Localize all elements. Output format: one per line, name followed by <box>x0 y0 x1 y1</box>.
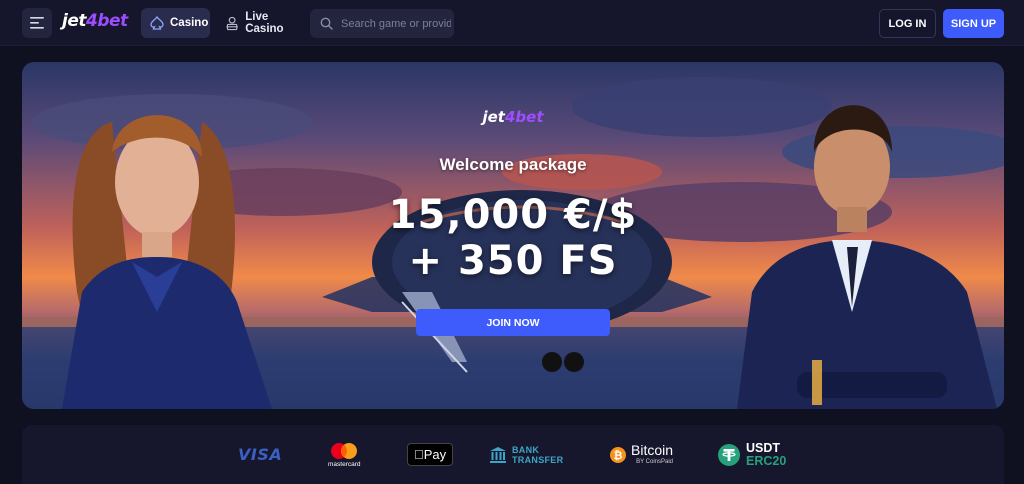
bank-building-icon <box>490 447 506 463</box>
bitcoin-icon: ₿ <box>610 446 626 463</box>
banner-logo-part1: jet <box>482 108 505 126</box>
nav-tab-live-casino[interactable]: Live Casino <box>222 8 306 38</box>
nav-tab-casino-label: Casino <box>170 17 209 29</box>
erc20-label: ERC20 <box>746 453 787 468</box>
search-icon <box>320 17 333 30</box>
mastercard-icon <box>331 442 358 459</box>
search-input[interactable] <box>341 17 451 30</box>
bank-label-line1: BANK <box>512 444 540 455</box>
banner-logo-part2: 4bet <box>504 108 544 126</box>
signup-button[interactable]: SIGN UP <box>943 9 1004 38</box>
bitcoin-label: Bitcoin <box>631 442 674 458</box>
usdt-label: USDT <box>746 440 781 455</box>
nav-tab-live-casino-label: Live Casino <box>245 11 284 35</box>
promo-amount: 15,000 €/$ <box>388 192 638 238</box>
logo-text-part1: jet <box>62 11 86 31</box>
logo-text-part2: 4bet <box>85 11 128 31</box>
visa-logo: VISA <box>238 445 283 464</box>
dealer-icon <box>226 16 238 30</box>
login-button[interactable]: LOG IN <box>879 9 936 38</box>
join-now-button[interactable]: JOIN NOW <box>416 309 610 336</box>
top-bar: jet4bet Casino Live Casino LOG IN SIGN U… <box>0 0 1024 46</box>
apple-pay-badge: Pay <box>407 443 454 466</box>
bank-transfer-logo: BANK TRANSFER <box>489 425 563 484</box>
banner-logo: jet4bet <box>22 108 1004 126</box>
apple-icon:  <box>414 447 424 462</box>
bitcoin-logo: ₿ Bitcoin BY CoinsPaid <box>610 425 673 484</box>
tether-icon <box>718 443 740 466</box>
svg-text:₿: ₿ <box>614 449 623 462</box>
promo-banner[interactable]: jet4bet Welcome package 15,000 €/$ + 350… <box>22 62 1004 409</box>
mastercard-label: mastercard <box>328 460 361 468</box>
promo-subtitle: Welcome package <box>439 155 587 174</box>
site-logo[interactable]: jet4bet <box>62 11 128 35</box>
bank-label-line2: TRANSFER <box>512 454 564 465</box>
payment-methods-strip: VISA mastercard Pay BANK TRANSFER <box>22 425 1004 484</box>
spade-icon <box>150 16 164 30</box>
usdt-logo: USDT ERC20 <box>718 425 786 484</box>
apple-pay-logo: Pay <box>407 425 454 484</box>
coinspaid-label: BY CoinsPaid <box>636 459 674 465</box>
hamburger-menu-icon <box>30 17 44 29</box>
promo-free-spins: + 350 FS <box>408 238 618 284</box>
mastercard-logo: mastercard <box>328 425 361 484</box>
search-box[interactable] <box>310 9 454 38</box>
apple-pay-label: Pay <box>414 447 446 462</box>
nav-tab-casino[interactable]: Casino <box>141 8 210 38</box>
menu-toggle-button[interactable] <box>22 8 52 38</box>
